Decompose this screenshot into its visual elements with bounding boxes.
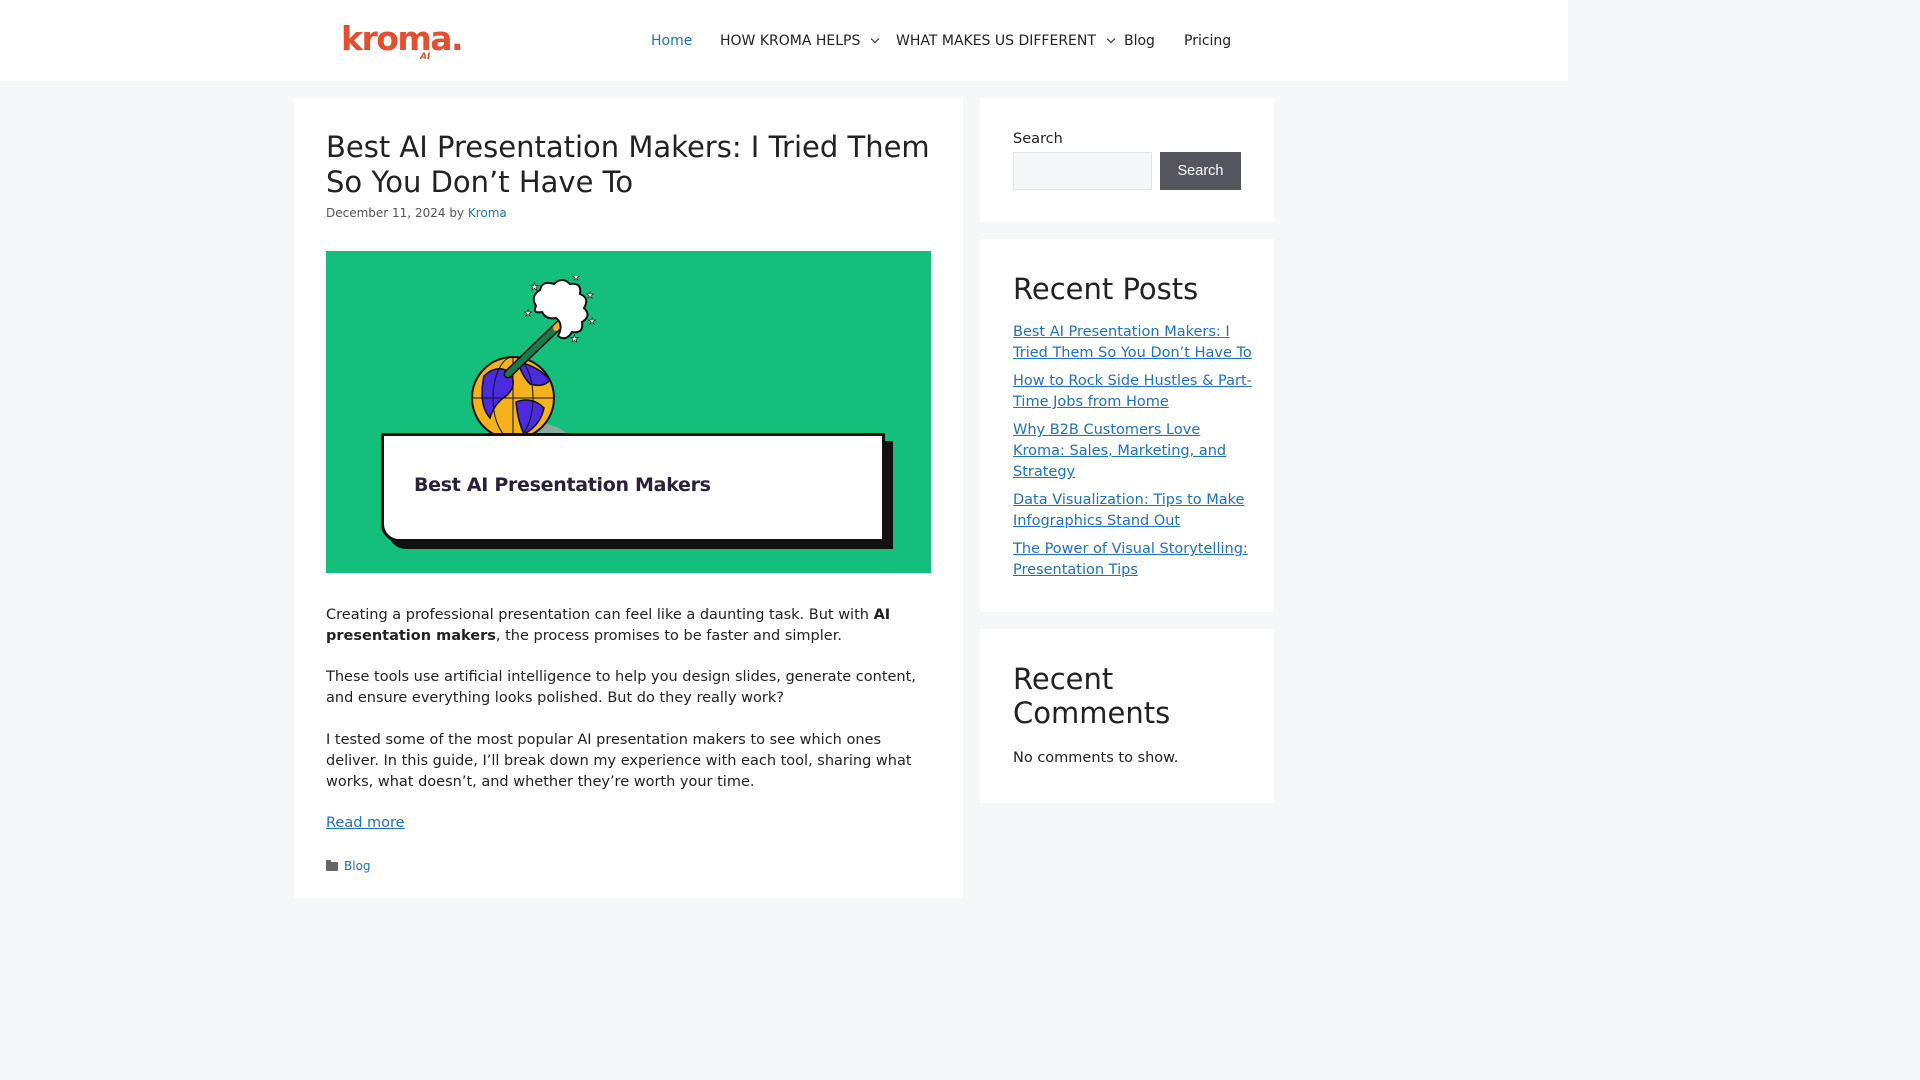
nav-pricing[interactable]: Pricing: [1184, 32, 1231, 50]
intro-paragraph: Creating a professional presentation can…: [326, 605, 936, 647]
chevron-down-icon: [871, 34, 880, 44]
author-link[interactable]: Kroma: [468, 206, 507, 220]
search-widget: Search Search: [980, 98, 1274, 222]
category-link[interactable]: Blog: [344, 859, 371, 873]
nav-how-kroma-helps-label: HOW KROMA HELPS: [720, 33, 861, 49]
recent-post-link[interactable]: How to Rock Side Hustles & Part-Time Job…: [1013, 373, 1252, 410]
recent-post-link[interactable]: The Power of Visual Storytelling: Presen…: [1013, 541, 1248, 578]
recent-post-link[interactable]: Data Visualization: Tips to Make Infogra…: [1013, 492, 1244, 529]
svg-text:★: ★: [524, 309, 532, 319]
svg-text:★: ★: [530, 282, 539, 293]
recent-comments-widget: Recent Comments No comments to show.: [980, 629, 1274, 803]
category-row: Blog: [326, 859, 371, 873]
recent-post-link[interactable]: Why B2B Customers Love Kroma: Sales, Mar…: [1013, 422, 1226, 480]
article-date: December 11, 2024: [326, 206, 446, 220]
folder-icon: [326, 860, 338, 871]
paragraph-3: I tested some of the most popular AI pre…: [326, 732, 912, 790]
chevron-down-icon: [1106, 34, 1116, 44]
recent-posts-widget: Recent Posts Best AI Presentation Makers…: [980, 239, 1274, 612]
hero-card: Best AI Presentation Makers: [381, 433, 885, 542]
intro-text-start: Creating a professional presentation can…: [326, 607, 874, 623]
hero-caption: Best AI Presentation Makers: [414, 474, 711, 496]
nav-what-makes-us-different-label: WHAT MAKES US DIFFERENT: [896, 33, 1096, 49]
svg-text:★: ★: [570, 334, 579, 345]
article-by: by: [449, 206, 465, 220]
svg-text:★: ★: [572, 276, 580, 283]
recent-posts-list: Best AI Presentation Makers: I Tried The…: [1013, 322, 1253, 588]
nav-home-label: Home: [651, 33, 693, 49]
no-comments-text: No comments to show.: [1013, 750, 1179, 766]
recent-comments-heading: Recent Comments: [1013, 662, 1171, 730]
svg-text:★: ★: [586, 291, 594, 301]
list-item: Best AI Presentation Makers: I Tried The…: [1013, 322, 1253, 364]
article-card: Best AI Presentation Makers: I Tried The…: [294, 98, 963, 898]
search-input[interactable]: [1013, 152, 1152, 190]
intro-text-end: , the process promises to be faster and …: [495, 628, 842, 644]
nav-blog-label: Blog: [1124, 33, 1155, 49]
list-item: The Power of Visual Storytelling: Presen…: [1013, 539, 1253, 581]
article-title: Best AI Presentation Makers: I Tried The…: [326, 130, 930, 199]
paragraph-2: These tools use artificial intelligence …: [326, 669, 916, 706]
nav-home[interactable]: Home: [651, 32, 692, 50]
list-item: Data Visualization: Tips to Make Infogra…: [1013, 490, 1253, 532]
nav-what-makes-us-different[interactable]: WHAT MAKES US DIFFERENT: [896, 32, 1116, 50]
recent-post-link[interactable]: Best AI Presentation Makers: I Tried The…: [1013, 324, 1252, 361]
site-header: kroma. AI Home HOW KROMA HELPS WHAT MAKE…: [0, 0, 1568, 81]
list-item: How to Rock Side Hustles & Part-Time Job…: [1013, 371, 1253, 413]
globe-wand-illustration: ★ ★ ★ ★ ★ ★: [471, 276, 596, 436]
recent-posts-heading: Recent Posts: [1013, 272, 1199, 306]
article-meta: December 11, 2024 by Kroma: [326, 206, 507, 220]
search-button[interactable]: Search: [1160, 152, 1241, 190]
nav-blog[interactable]: Blog: [1124, 32, 1155, 50]
hero-image[interactable]: ★ ★ ★ ★ ★ ★ Best AI Presentation Makers: [326, 251, 931, 573]
logo-subtext: AI: [420, 52, 431, 62]
nav-how-kroma-helps[interactable]: HOW KROMA HELPS: [720, 32, 880, 50]
list-item: Why B2B Customers Love Kroma: Sales, Mar…: [1013, 420, 1253, 483]
logo-text: kroma.: [341, 19, 464, 58]
kroma-logo[interactable]: kroma. AI: [341, 22, 464, 64]
read-more-link[interactable]: Read more: [326, 815, 405, 831]
svg-text:★: ★: [588, 317, 596, 327]
search-label: Search: [1013, 131, 1063, 147]
nav-pricing-label: Pricing: [1184, 33, 1232, 49]
